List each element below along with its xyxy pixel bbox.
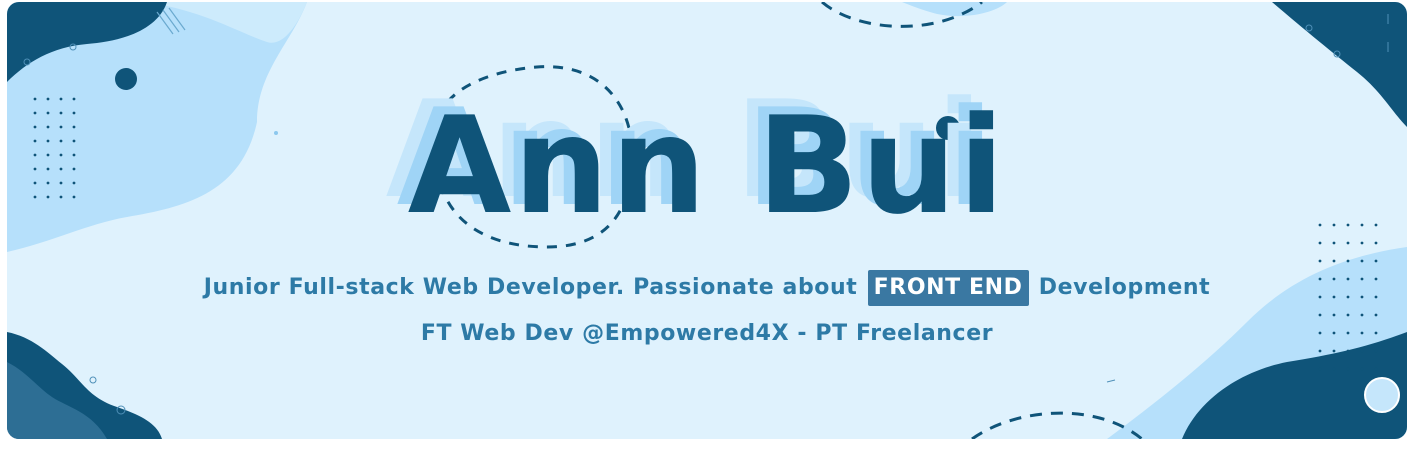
subline: FT Web Dev @Empowered4X - PT Freelancer <box>420 321 994 346</box>
tick-line-bottom <box>1106 379 1116 383</box>
tagline-highlight: FRONT END <box>867 270 1029 306</box>
name-heading: Ann Bui Ann Bui Ann Bui <box>7 80 1407 244</box>
blob-top-center <box>902 2 1007 17</box>
tagline-after: Development <box>1038 275 1211 300</box>
tagline: Junior Full-stack Web Developer. Passion… <box>7 268 1407 308</box>
name-text: Ann Bui <box>407 88 1007 244</box>
circle-outline-small <box>89 376 97 384</box>
tagline-before: Junior Full-stack Web Developer. Passion… <box>203 275 858 300</box>
circle-light-bottom-right <box>1364 377 1400 413</box>
profile-banner: Ann Bui Ann Bui Ann Bui Junior Full-stac… <box>7 2 1407 439</box>
